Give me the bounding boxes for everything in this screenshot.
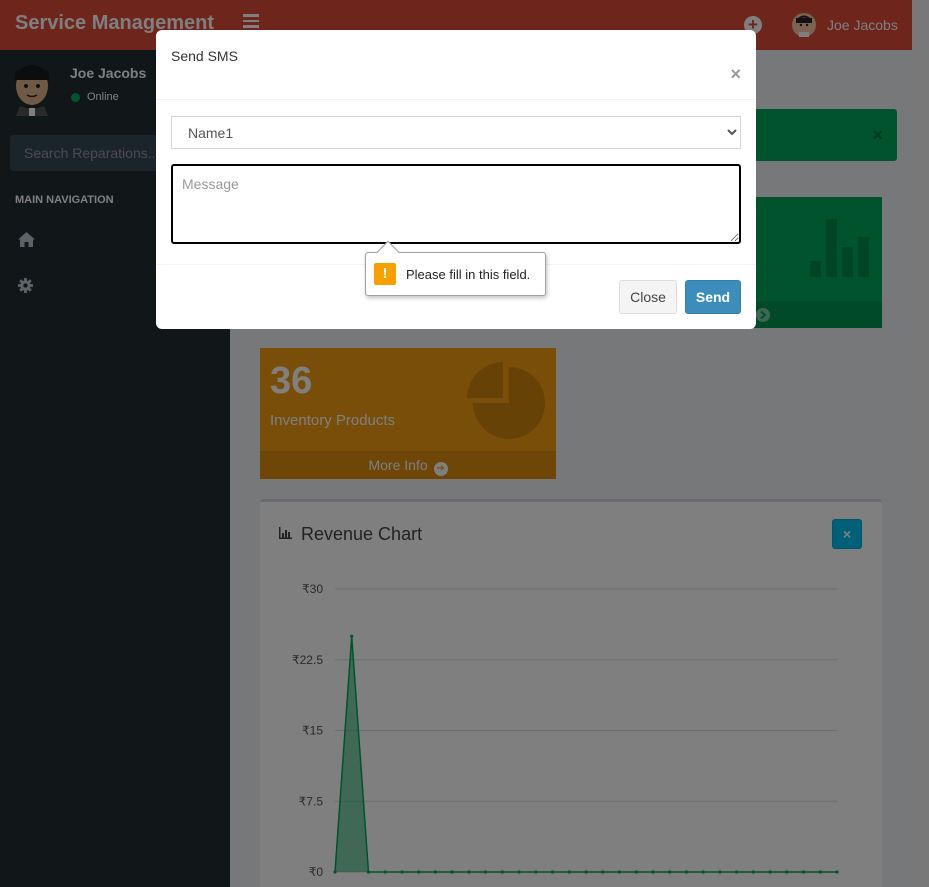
validation-tooltip: ! Please fill in this field. — [365, 240, 546, 296]
message-textarea[interactable] — [171, 164, 741, 244]
close-icon[interactable]: × — [730, 64, 741, 85]
tooltip-text: Please fill in this field. — [406, 267, 531, 282]
warning-icon: ! — [374, 263, 396, 285]
modal-header-divider — [156, 99, 756, 100]
send-button[interactable]: Send — [685, 280, 741, 314]
close-button[interactable]: Close — [619, 280, 677, 314]
recipient-select[interactable]: Name1 — [171, 116, 741, 149]
modal-title: Send SMS — [171, 48, 238, 64]
